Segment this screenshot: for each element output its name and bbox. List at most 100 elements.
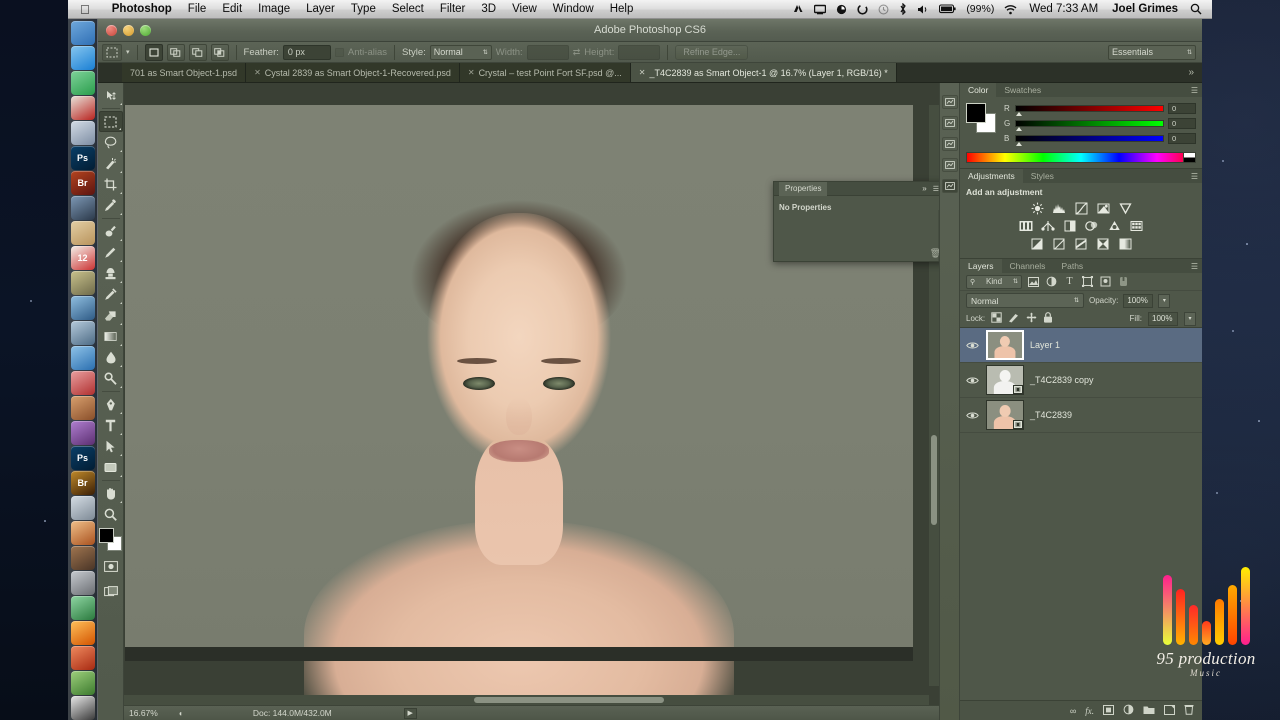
dock-icon-bridge-cs6[interactable]: Br (70, 171, 95, 195)
dock-icon-purple-app[interactable] (70, 421, 95, 445)
brush-tool[interactable] (99, 242, 123, 263)
document-tab-0[interactable]: 701 as Smart Object-1.psd (122, 63, 247, 82)
filter-pixel-icon[interactable] (1027, 275, 1040, 288)
subtract-from-selection-icon[interactable] (188, 43, 207, 61)
dock-icon-acrobat[interactable] (70, 96, 95, 120)
channel-knob-r[interactable] (1016, 112, 1022, 116)
vertical-scroll-thumb[interactable] (931, 435, 937, 525)
dock-icon-bridge-cc[interactable]: Br (70, 471, 95, 495)
color-spectrum-ramp[interactable] (966, 152, 1196, 163)
brush-panel-icon[interactable] (941, 137, 958, 151)
channel-track-g[interactable] (1015, 120, 1164, 131)
rectangular-marquee-icon[interactable] (102, 43, 122, 61)
dropbox-icon[interactable] (852, 3, 873, 15)
menu-item-edit[interactable]: Edit (214, 0, 250, 19)
layer-style-fx-icon[interactable]: fx. (1085, 706, 1094, 716)
double-chevron-right-icon[interactable]: » (918, 184, 930, 193)
new-adjustment-layer-icon[interactable] (1123, 704, 1134, 717)
layer-visibility-eye-icon[interactable] (964, 376, 980, 385)
menu-item-view[interactable]: View (504, 0, 545, 19)
dock-icon-itunes[interactable] (70, 346, 95, 370)
volume-icon[interactable] (912, 4, 934, 15)
lock-transparent-pixels-icon[interactable] (991, 312, 1002, 325)
layer-row[interactable]: Layer 1 (960, 328, 1202, 363)
layer-name[interactable]: Layer 1 (1030, 340, 1060, 350)
link-layers-icon[interactable]: ∞ (1070, 706, 1076, 716)
layer-thumbnail[interactable] (986, 330, 1024, 360)
invert-icon[interactable] (1030, 237, 1045, 251)
close-button[interactable] (106, 25, 117, 36)
filter-shape-icon[interactable] (1081, 275, 1094, 288)
eyedropper-tool[interactable] (99, 195, 123, 216)
zoom-level-label[interactable]: 16.67% (129, 708, 173, 718)
layer-row[interactable]: ▣ _T4C2839 copy (960, 363, 1202, 398)
foreground-color-swatch[interactable] (966, 103, 986, 123)
close-icon[interactable]: ✕ (468, 68, 475, 77)
minimize-button[interactable] (123, 25, 134, 36)
lock-all-icon[interactable] (1043, 312, 1053, 325)
menu-item-file[interactable]: File (180, 0, 215, 19)
refine-edge-button[interactable]: Refine Edge... (675, 44, 749, 60)
document-tab-1[interactable]: ✕ Cystal 2839 as Smart Object-1-Recovered… (246, 63, 460, 82)
style-select[interactable]: Normal ⇅ (429, 44, 492, 60)
dock-icon-keynote[interactable] (70, 521, 95, 545)
zoom-tool[interactable] (99, 504, 123, 525)
channel-value-b[interactable]: 0 (1168, 133, 1196, 144)
menu-item-layer[interactable]: Layer (298, 0, 343, 19)
menu-item-photoshop[interactable]: Photoshop (104, 0, 180, 19)
intersect-selection-icon[interactable] (210, 43, 229, 61)
layer-thumbnail[interactable]: ▣ (986, 365, 1024, 395)
menu-bar-user[interactable]: Joel Grimes (1105, 3, 1185, 15)
lock-position-icon[interactable] (1026, 312, 1037, 325)
document-tab-2[interactable]: ✕ Crystal – test Point Fort SF.psd @... (459, 63, 631, 82)
quick-mask-icon[interactable] (99, 556, 123, 577)
brightness-contrast-icon[interactable] (1030, 201, 1045, 215)
dock-icon-iphoto[interactable] (70, 321, 95, 345)
tool-preset-chevron-icon[interactable]: ▾ (126, 48, 130, 56)
dock-icon-folder[interactable] (70, 221, 95, 245)
dock-icon-system-prefs[interactable] (70, 571, 95, 595)
channel-track-r[interactable] (1015, 105, 1164, 116)
dock-icon-garageband[interactable] (70, 546, 95, 570)
menu-item-3d[interactable]: 3D (473, 0, 504, 19)
dock-icon-photoshop-cs6[interactable]: Ps (70, 146, 95, 170)
screen-mode-icon[interactable] (99, 581, 123, 602)
new-selection-icon[interactable] (144, 43, 163, 61)
spectrum-white-black-swatch[interactable] (1183, 153, 1195, 162)
dock-icon-numbers[interactable] (70, 596, 95, 620)
history-panel-icon[interactable] (941, 95, 958, 109)
layers-panel-menu-icon[interactable]: ☰ (1191, 262, 1198, 271)
levels-icon[interactable] (1052, 201, 1067, 215)
channel-value-r[interactable]: 0 (1168, 103, 1196, 114)
layer-thumbnail[interactable]: ▣ (986, 400, 1024, 430)
black-and-white-icon[interactable] (1063, 219, 1078, 233)
type-tool[interactable] (99, 415, 123, 436)
apple-icon[interactable]:  (80, 3, 90, 16)
dock-icon-red-app[interactable] (70, 646, 95, 670)
new-group-icon[interactable] (1143, 705, 1155, 717)
blur-tool[interactable] (99, 347, 123, 368)
tab-swatches[interactable]: Swatches (996, 83, 1049, 97)
history-brush-tool[interactable] (99, 284, 123, 305)
filter-smart-object-icon[interactable] (1099, 275, 1112, 288)
filter-power-icon[interactable] (1117, 275, 1130, 288)
hue-saturation-icon[interactable] (1019, 219, 1034, 233)
crop-tool[interactable] (99, 174, 123, 195)
layer-name[interactable]: _T4C2839 copy (1030, 375, 1094, 385)
tool-foreground-color-swatch[interactable] (98, 528, 114, 543)
dock-icon-safari[interactable] (70, 46, 95, 70)
selective-color-icon[interactable] (1118, 237, 1133, 251)
gradient-tool[interactable] (99, 326, 123, 347)
clock-icon[interactable] (873, 4, 894, 15)
tab-color[interactable]: Color (960, 83, 997, 97)
tab-channels[interactable]: Channels (1002, 259, 1054, 273)
adjustments-dock-icon[interactable] (941, 158, 958, 172)
workspace-select[interactable]: Essentials ⇅ (1108, 44, 1196, 60)
vibrance-icon[interactable] (1118, 201, 1133, 215)
delete-layer-icon[interactable] (1184, 704, 1194, 717)
anti-alias-checkbox[interactable] (334, 47, 344, 57)
canvas-area[interactable]: Properties » ☰ No Properties 🗑 16.67% ◖ … (124, 83, 939, 720)
dock-icon-app-star[interactable] (70, 271, 95, 295)
opacity-value[interactable]: 100% (1123, 293, 1154, 308)
adjustments-panel-menu-icon[interactable]: ☰ (1191, 172, 1198, 181)
